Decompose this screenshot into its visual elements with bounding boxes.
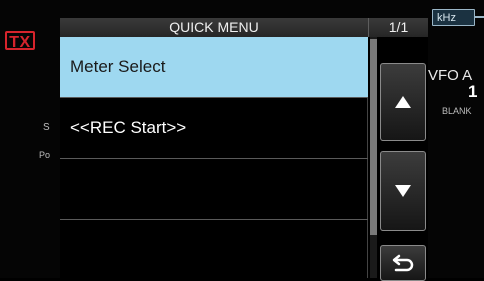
scroll-up-button[interactable] xyxy=(380,63,426,141)
quick-menu-header: QUICK MENU 1/1 xyxy=(60,18,428,37)
scrollbar-thumb[interactable] xyxy=(370,39,377,235)
frequency-unit-label: kHz xyxy=(432,9,475,26)
tx-indicator: TX xyxy=(5,31,35,51)
menu-item-rec-start[interactable]: <<REC Start>> xyxy=(60,98,368,159)
quick-menu-dialog: QUICK MENU 1/1 Meter Select <<REC Start>… xyxy=(60,18,428,281)
frequency-unit-marker xyxy=(474,16,484,18)
menu-item-meter-select[interactable]: Meter Select xyxy=(60,37,368,98)
scroll-down-button[interactable] xyxy=(380,151,426,231)
menu-item-empty xyxy=(60,159,368,220)
back-button[interactable] xyxy=(380,245,426,281)
quick-menu-list: Meter Select <<REC Start>> xyxy=(60,37,368,278)
return-arrow-icon xyxy=(392,254,414,272)
quick-menu-scroll-column xyxy=(368,37,428,281)
meter-po-label: Po xyxy=(39,150,51,160)
menu-item-empty xyxy=(60,220,368,281)
triangle-up-icon xyxy=(395,96,411,108)
vfo-label: VFO A xyxy=(428,67,473,84)
triangle-down-icon xyxy=(395,185,411,197)
meter-s-label: S xyxy=(43,122,50,133)
vfo-number: 1 xyxy=(468,82,478,101)
blank-label: BLANK xyxy=(442,106,472,116)
quick-menu-title: QUICK MENU xyxy=(169,19,259,35)
quick-menu-page-indicator: 1/1 xyxy=(368,18,428,37)
